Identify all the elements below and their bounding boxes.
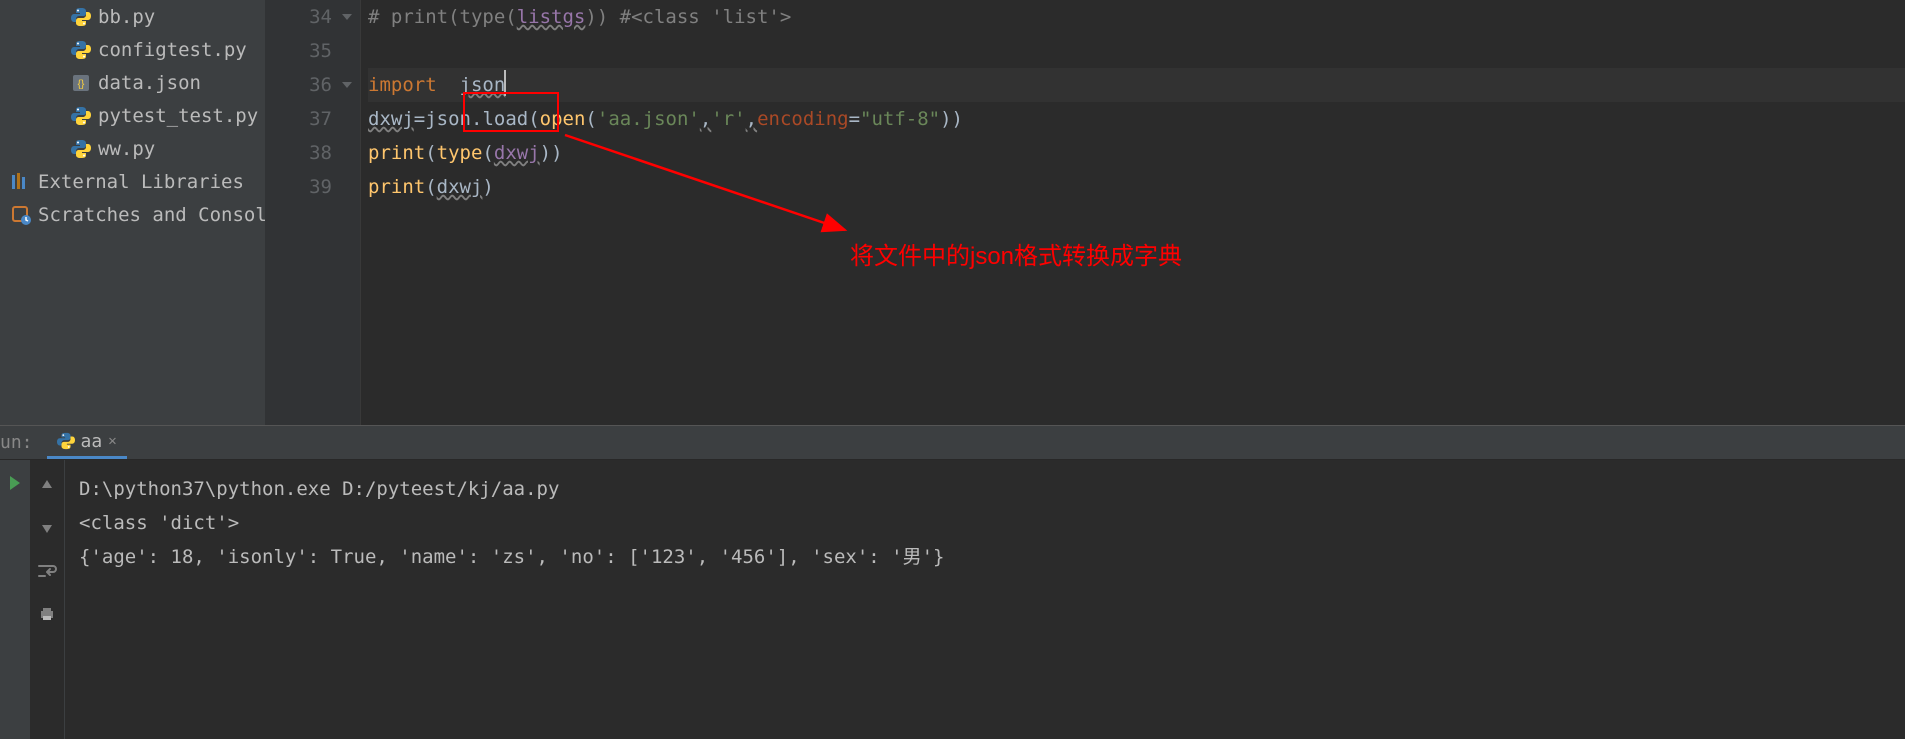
code-area[interactable]: # print(type(listgs)) #<class 'list'> im…: [360, 0, 1905, 425]
console-line: {'age': 18, 'isonly': True, 'name': 'zs'…: [79, 540, 1891, 574]
line-number: 36: [265, 68, 332, 102]
line-number: 35: [265, 34, 332, 68]
file-bb-py[interactable]: bb.py: [0, 0, 265, 33]
run-label: un:: [0, 432, 47, 453]
scratches-icon: [10, 204, 32, 226]
soft-wrap-button[interactable]: [35, 558, 60, 583]
function-call: open: [540, 108, 586, 130]
run-tab[interactable]: aa ✕: [47, 426, 127, 459]
fold-indicator-icon[interactable]: [342, 14, 352, 25]
file-label: pytest_test.py: [98, 105, 258, 127]
string-literal: "utf-8": [860, 108, 940, 130]
line-number: 37: [265, 102, 332, 136]
external-libraries-label: External Libraries: [38, 171, 244, 193]
external-libraries[interactable]: External Libraries: [0, 165, 265, 198]
function-call: print: [368, 142, 425, 164]
python-file-icon: [57, 432, 75, 450]
run-side-toolbar-right: [30, 460, 65, 739]
code-line[interactable]: # print(type(listgs)) #<class 'list'>: [368, 0, 1905, 34]
module-name: json: [460, 74, 506, 96]
keyword: import: [368, 74, 437, 96]
scratches-and-consoles[interactable]: Scratches and Consoles: [0, 198, 265, 231]
scroll-up-button[interactable]: [35, 472, 60, 497]
print-button[interactable]: [35, 601, 60, 626]
file-data-json[interactable]: {} data.json: [0, 66, 265, 99]
line-number: 38: [265, 136, 332, 170]
code-comment: # print(type(listgs)) #<class 'list'>: [368, 6, 791, 28]
run-tool-window-header: un: aa ✕: [0, 425, 1905, 460]
text-caret: [504, 70, 506, 96]
python-file-icon: [70, 39, 92, 61]
console-line: <class 'dict'>: [79, 506, 1891, 540]
run-tab-label: aa: [81, 431, 103, 452]
svg-text:{}: {}: [78, 79, 85, 90]
code-line[interactable]: print(type(dxwj)): [368, 136, 1905, 170]
code-editor[interactable]: 34 35 36 37 38 39 # print(type(listgs)) …: [265, 0, 1905, 425]
line-number: 34: [265, 0, 332, 34]
file-configtest-py[interactable]: configtest.py: [0, 33, 265, 66]
ide-root: bb.py configtest.py {} data.json pytest_…: [0, 0, 1905, 739]
file-label: ww.py: [98, 138, 155, 160]
function-call: print: [368, 176, 425, 198]
code-line-active[interactable]: import json: [368, 68, 1905, 102]
function-call: type: [437, 142, 483, 164]
file-label: configtest.py: [98, 39, 247, 61]
close-icon[interactable]: ✕: [108, 433, 116, 449]
string-literal: 'aa.json': [597, 108, 700, 130]
file-label: data.json: [98, 72, 201, 94]
library-icon: [10, 171, 32, 193]
code-line[interactable]: dxwj=json.load(open('aa.json','r',encodi…: [368, 102, 1905, 136]
python-file-icon: [70, 6, 92, 28]
python-file-icon: [70, 138, 92, 160]
code-line[interactable]: [368, 34, 1905, 68]
keyword-argument: encoding: [757, 108, 849, 130]
file-pytest-test-py[interactable]: pytest_test.py: [0, 99, 265, 132]
upper-split: bb.py configtest.py {} data.json pytest_…: [0, 0, 1905, 425]
project-sidebar[interactable]: bb.py configtest.py {} data.json pytest_…: [0, 0, 265, 425]
file-ww-py[interactable]: ww.py: [0, 132, 265, 165]
run-console: D:\python37\python.exe D:/pyteest/kj/aa.…: [0, 460, 1905, 739]
identifier: dxwj: [368, 108, 414, 130]
file-label: bb.py: [98, 6, 155, 28]
line-gutter: 34 35 36 37 38 39: [265, 0, 360, 425]
annotation-text: 将文件中的json格式转换成字典: [850, 240, 1182, 274]
scratches-label: Scratches and Consoles: [38, 204, 265, 226]
json-file-icon: {}: [70, 72, 92, 94]
python-file-icon: [70, 105, 92, 127]
scroll-down-button[interactable]: [35, 515, 60, 540]
fold-indicator-icon[interactable]: [342, 82, 352, 93]
identifier: dxwj: [494, 142, 540, 164]
rerun-button[interactable]: [3, 470, 28, 495]
console-line: D:\python37\python.exe D:/pyteest/kj/aa.…: [79, 472, 1891, 506]
run-icon: [10, 476, 20, 490]
console-output[interactable]: D:\python37\python.exe D:/pyteest/kj/aa.…: [65, 460, 1905, 739]
code-line[interactable]: print(dxwj): [368, 170, 1905, 204]
run-side-toolbar-left: [0, 460, 30, 739]
string-literal: 'r': [711, 108, 745, 130]
identifier: dxwj: [437, 176, 483, 198]
code-indent-guide: [360, 0, 361, 425]
line-number: 39: [265, 170, 332, 204]
